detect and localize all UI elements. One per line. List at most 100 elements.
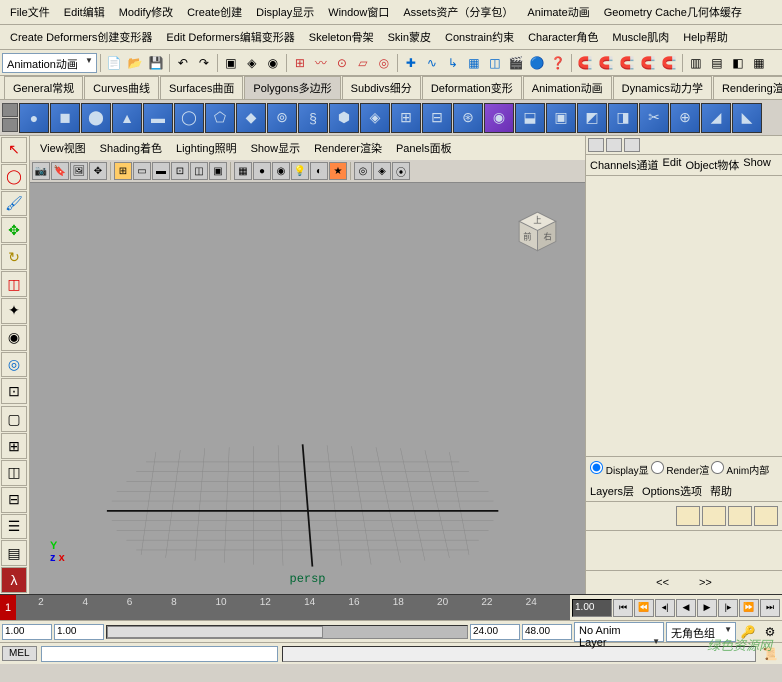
menu-constrain[interactable]: Constrain约束 <box>439 27 520 47</box>
input-icon[interactable]: ↳ <box>443 53 463 73</box>
construction-icon[interactable]: ◫ <box>485 53 505 73</box>
vp-bookmark-icon[interactable]: 🔖 <box>51 162 69 180</box>
poly-sphere-icon[interactable]: ● <box>19 103 49 133</box>
menu-file[interactable]: File文件 <box>4 2 56 22</box>
poly-merge-icon[interactable]: ⊕ <box>670 103 700 133</box>
menu-muscle[interactable]: Muscle肌肉 <box>606 27 675 47</box>
magnet1-icon[interactable]: 🧲 <box>575 53 595 73</box>
menu-geocache[interactable]: Geometry Cache几何体缓存 <box>598 2 748 22</box>
two-stack-icon[interactable]: ⊟ <box>1 487 27 513</box>
vp-menu-show[interactable]: Show显示 <box>245 138 307 158</box>
rp-align2-icon[interactable] <box>606 138 622 152</box>
rewind-icon[interactable]: ⏮ <box>613 599 633 617</box>
four-view-icon[interactable]: ⊞ <box>1 433 27 459</box>
output-icon[interactable]: ▦ <box>464 53 484 73</box>
vp-highquality-icon[interactable]: ★ <box>329 162 347 180</box>
outliner-view-icon[interactable]: ☰ <box>1 514 27 540</box>
select-object-icon[interactable]: ◈ <box>242 53 262 73</box>
tab-show[interactable]: Show <box>743 157 771 173</box>
poly-cone-icon[interactable]: ▲ <box>112 103 142 133</box>
magnet2-icon[interactable]: 🧲 <box>596 53 616 73</box>
poly-combine-icon[interactable]: ⊞ <box>391 103 421 133</box>
redo-icon[interactable]: ↷ <box>194 53 214 73</box>
vp-isolate-icon[interactable]: ◎ <box>354 162 372 180</box>
current-frame-marker[interactable]: 1 <box>0 595 16 620</box>
move-tool-icon[interactable]: ✥ <box>1 217 27 243</box>
poly-pyramid-icon[interactable]: ◆ <box>236 103 266 133</box>
radio-render[interactable]: Render渲 <box>651 461 710 477</box>
vp-menu-lighting[interactable]: Lighting照明 <box>170 138 243 158</box>
step-back-icon[interactable]: ⏪ <box>634 599 654 617</box>
poly-extract-icon[interactable]: ⊟ <box>422 103 452 133</box>
snap-plane-icon[interactable]: ▱ <box>353 53 373 73</box>
vp-select-cam-icon[interactable]: 📷 <box>32 162 50 180</box>
show-manip-icon[interactable]: ◎ <box>1 352 27 378</box>
vp-menu-view[interactable]: View视图 <box>34 138 92 158</box>
new-scene-icon[interactable]: 📄 <box>104 53 124 73</box>
vp-light-icon[interactable]: 💡 <box>291 162 309 180</box>
paint-select-icon[interactable]: 🖌 <box>1 191 27 217</box>
poly-prism-icon[interactable]: ⬠ <box>205 103 235 133</box>
shelf-tab-dynamics[interactable]: Dynamics动力学 <box>613 76 712 99</box>
poly-plane-icon[interactable]: ▬ <box>143 103 173 133</box>
menu-skin[interactable]: Skin蒙皮 <box>382 27 437 47</box>
snap-curve-icon[interactable]: 〰 <box>311 53 331 73</box>
script-lang-button[interactable]: MEL <box>2 646 37 661</box>
vp-shadow-icon[interactable]: ◐ <box>310 162 328 180</box>
vp-shaded-icon[interactable]: ● <box>253 162 271 180</box>
snap-grid-icon[interactable]: ⊞ <box>290 53 310 73</box>
menu-window[interactable]: Window窗口 <box>322 2 395 22</box>
vp-xray-icon[interactable]: ◈ <box>373 162 391 180</box>
scale-tool-icon[interactable]: ◫ <box>1 271 27 297</box>
anim-start-field[interactable] <box>2 624 52 640</box>
poly-helix-icon[interactable]: § <box>298 103 328 133</box>
next-key-icon[interactable]: |▸ <box>718 599 738 617</box>
lasso-tool-icon[interactable]: ◯ <box>1 164 27 190</box>
vp-res-gate-icon[interactable]: ▬ <box>152 162 170 180</box>
shelf-tab-general[interactable]: General常规 <box>4 76 83 99</box>
move-layer-down-icon[interactable] <box>702 506 726 526</box>
prev-key-icon[interactable]: ◂| <box>655 599 675 617</box>
poly-bevel-icon[interactable]: ◢ <box>701 103 731 133</box>
undo-icon[interactable]: ↶ <box>173 53 193 73</box>
poly-bridge-icon[interactable]: ▣ <box>546 103 576 133</box>
new-empty-layer-icon[interactable] <box>728 506 752 526</box>
anim-layer-dropdown[interactable]: No Anim Layer <box>574 622 664 642</box>
vp-textured-icon[interactable]: ◉ <box>272 162 290 180</box>
layout4-icon[interactable]: ▦ <box>749 53 769 73</box>
render-icon[interactable]: 🎬 <box>506 53 526 73</box>
manip-tool-icon[interactable]: ✦ <box>1 298 27 324</box>
vp-2d-pan-icon[interactable]: ✥ <box>89 162 107 180</box>
menu-display[interactable]: Display显示 <box>250 2 320 22</box>
layout2-icon[interactable]: ▤ <box>707 53 727 73</box>
menu-edit-deformers[interactable]: Edit Deformers编辑变形器 <box>160 27 300 47</box>
select-component-icon[interactable]: ◉ <box>263 53 283 73</box>
snap-live-icon[interactable]: ◎ <box>374 53 394 73</box>
tab-edit[interactable]: Edit <box>662 157 681 173</box>
timeline-ruler[interactable]: 2 4 6 8 10 12 14 16 18 20 22 24 <box>16 595 570 620</box>
layer-menu-options[interactable]: Options选项 <box>642 483 702 499</box>
view-cube[interactable]: 上 前 右 <box>510 203 565 258</box>
poly-crease-icon[interactable]: ◣ <box>732 103 762 133</box>
range-thumb[interactable] <box>107 626 323 638</box>
magnet4-icon[interactable]: 🧲 <box>638 53 658 73</box>
poly-torus-icon[interactable]: ◯ <box>174 103 204 133</box>
vp-grid-icon[interactable]: ⊞ <box>114 162 132 180</box>
fast-fwd-icon[interactable]: ⏭ <box>760 599 780 617</box>
vp-safe-action-icon[interactable]: ◫ <box>190 162 208 180</box>
time-slider[interactable]: 1 2 4 6 8 10 12 14 16 18 20 22 24 ⏮ ⏪ ◂|… <box>0 594 782 620</box>
single-view-icon[interactable]: ▢ <box>1 406 27 432</box>
rp-align3-icon[interactable] <box>624 138 640 152</box>
shelf-tab-surfaces[interactable]: Surfaces曲面 <box>160 76 243 99</box>
shelf-tab-rendering[interactable]: Rendering渲染 <box>713 76 782 99</box>
command-input[interactable] <box>41 646 279 662</box>
poly-append-icon[interactable]: ◩ <box>577 103 607 133</box>
poly-pipe-icon[interactable]: ⊚ <box>267 103 297 133</box>
viewport-3d[interactable]: 上 前 右 Y z x persp <box>30 183 585 594</box>
menu-character[interactable]: Character角色 <box>522 27 604 47</box>
layer-menu-help[interactable]: 帮助 <box>710 483 732 499</box>
play-forward-icon[interactable]: ▶ <box>697 599 717 617</box>
poly-cylinder-icon[interactable]: ⬤ <box>81 103 111 133</box>
menu-help[interactable]: Help帮助 <box>677 27 734 47</box>
shelf-tab-subdivs[interactable]: Subdivs细分 <box>342 76 421 99</box>
